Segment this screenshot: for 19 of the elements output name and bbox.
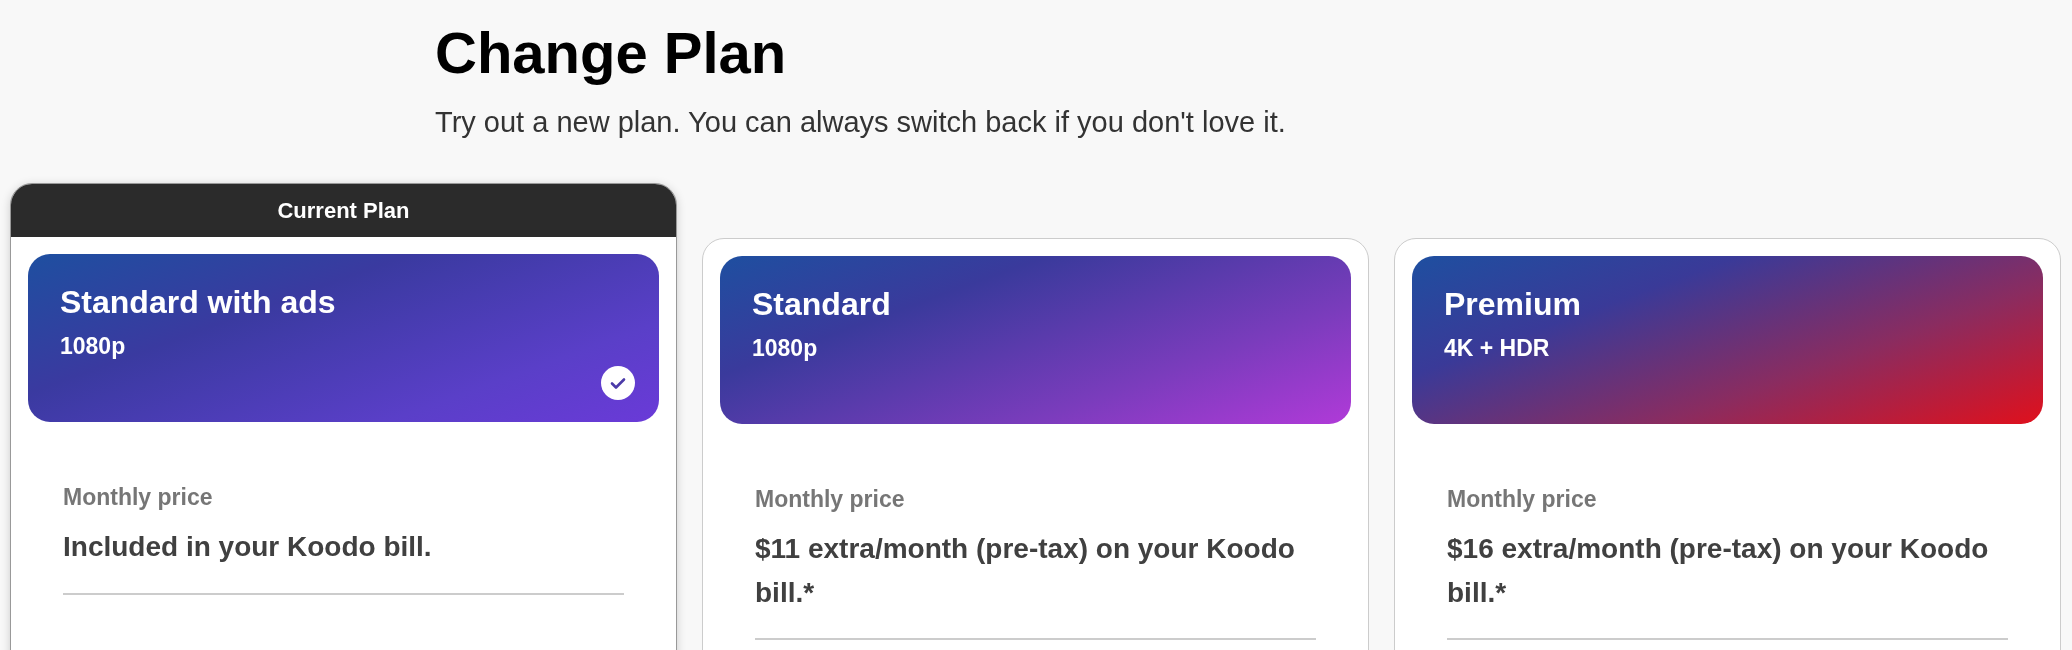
price-label: Monthly price: [1447, 486, 1597, 514]
price-label: Monthly price: [755, 486, 905, 514]
price-text: $11 extra/month (pre-tax) on your Koodo bill.*: [755, 532, 1296, 610]
plan-card[interactable]: Current Plan Standard with ads 1080p Monthly price Included in your Koodo bill.: [10, 183, 677, 650]
plan-card[interactable]: Premium 4K + HDR Monthly price $16 extra/month (pre-tax) on your Koodo bill.*: [1394, 238, 2061, 650]
page-title: Change Plan: [435, 19, 787, 87]
plan-name: Premium: [1444, 286, 1581, 324]
plan-card[interactable]: Standard 1080p Monthly price $11 extra/month (pre-tax) on your Koodo bill.*: [702, 238, 1369, 650]
plan-name: Standard: [752, 286, 891, 324]
page-subtitle: Try out a new plan. You can always switch back if you don't love it.: [435, 104, 1286, 140]
checkmark-icon: [601, 366, 635, 401]
plan-resolution: 1080p: [60, 333, 126, 361]
price-text: Included in your Koodo bill.: [63, 530, 432, 565]
price-label: Monthly price: [63, 484, 213, 512]
current-plan-label: Current Plan: [11, 184, 676, 238]
plan-resolution: 4K + HDR: [1444, 335, 1550, 363]
plan-resolution: 1080p: [752, 335, 818, 363]
plan-name: Standard with ads: [60, 284, 336, 322]
price-text: $16 extra/month (pre-tax) on your Koodo bill.*: [1447, 532, 1990, 610]
